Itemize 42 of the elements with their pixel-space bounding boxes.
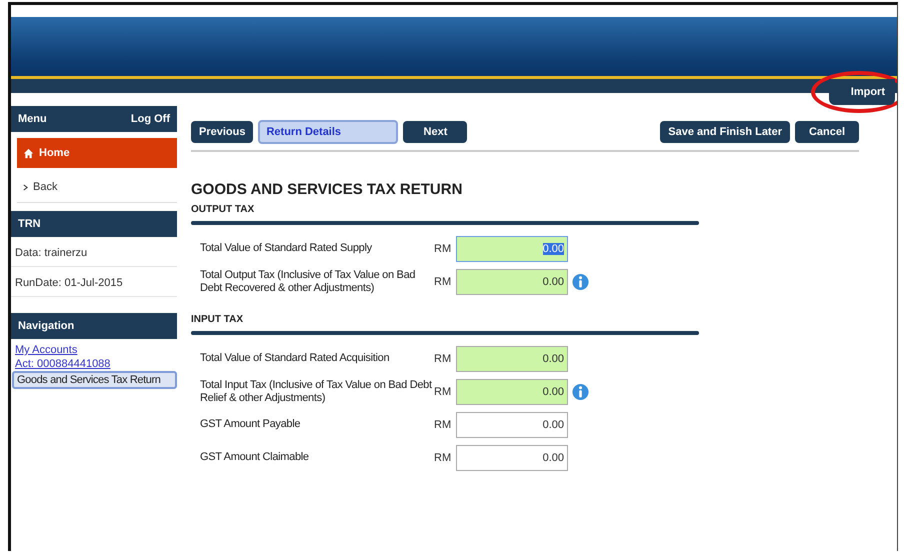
amount-field[interactable]: 0.00	[456, 412, 568, 438]
import-tab[interactable]: Import	[829, 79, 895, 105]
info-text: RunDate: 01-Jul-2015	[11, 267, 177, 297]
currency-label: RM	[434, 418, 452, 430]
field-label: GST Amount Payable	[199, 418, 302, 431]
logoff-link[interactable]: Log Off	[130, 112, 170, 126]
section-title: OUTPUT TAX	[191, 204, 256, 215]
navigation-link[interactable]: Goods and Services Tax Return	[12, 371, 177, 389]
navigation-link[interactable]: My Accounts	[11, 343, 82, 357]
field-label: Total Input Tax (Inclusive of Tax Value on Bad Debt Relief & other Adjustments)	[199, 378, 433, 404]
home-menu-item[interactable]: Home	[17, 138, 177, 168]
home-icon	[23, 148, 34, 158]
info-text: Data: trainerzu	[11, 237, 177, 267]
field-label: Total Value of Standard Rated Supply	[199, 242, 373, 255]
currency-label: RM	[434, 452, 452, 464]
currency-label: RM	[434, 386, 452, 398]
field-label: Total Value of Standard Rated Acquisition	[199, 352, 390, 365]
chevron-icon	[23, 184, 28, 190]
cancel-button[interactable]: Cancel	[795, 121, 859, 143]
info-icon[interactable]	[572, 382, 589, 400]
field-label: GST Amount Claimable	[199, 451, 310, 464]
navigation-header: Navigation	[11, 313, 177, 339]
section-title: INPUT TAX	[191, 314, 244, 325]
step-dropdown[interactable]: Return Details	[258, 120, 398, 144]
navigation-link[interactable]: Act: 000884441088	[11, 357, 114, 371]
save-button[interactable]: Save and Finish Later	[660, 121, 790, 143]
amount-field[interactable]: 0.00	[456, 268, 568, 294]
currency-label: RM	[434, 276, 452, 288]
info-icon[interactable]	[572, 272, 589, 290]
menu-title: Menu	[18, 112, 47, 126]
amount-field[interactable]: 0.00	[456, 444, 568, 470]
trn-header: TRN	[11, 211, 177, 237]
back-menu-item[interactable]: Back	[17, 172, 177, 203]
form-title: GOODS AND SERVICES TAX RETURN	[191, 181, 464, 198]
currency-label: RM	[434, 352, 452, 364]
amount-field[interactable]: 0.00	[456, 378, 568, 404]
amount-field[interactable]: 0.00	[456, 346, 568, 372]
previous-button[interactable]: Previous	[191, 121, 254, 143]
amount-field[interactable]: 0.00	[456, 236, 568, 262]
next-button[interactable]: Next	[403, 121, 468, 143]
currency-label: RM	[434, 242, 452, 254]
field-label: Total Output Tax (Inclusive of Tax Value on Bad Debt Recovered & other Adjustments)	[199, 268, 416, 294]
